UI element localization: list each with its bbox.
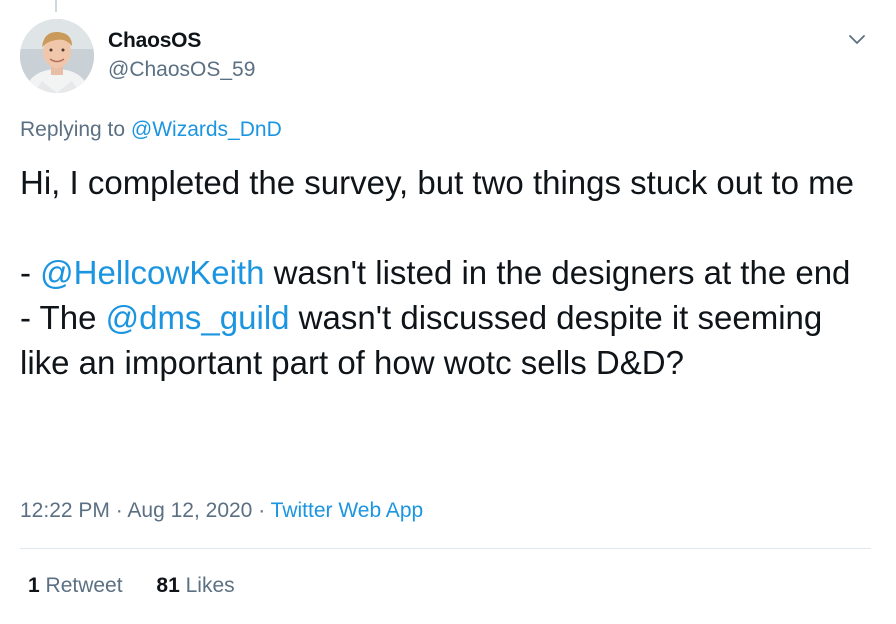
author-handle[interactable]: @ChaosOS_59: [108, 58, 255, 82]
tweet-date[interactable]: Aug 12, 2020: [127, 499, 252, 522]
replying-to: Replying to @Wizards_DnD: [20, 118, 282, 142]
divider: [20, 548, 871, 549]
tweet-time[interactable]: 12:22 PM: [20, 499, 110, 522]
thread-connector-line: [55, 0, 57, 12]
mention-hellcowkeith[interactable]: @HellcowKeith: [40, 254, 264, 291]
meta-separator: ·: [252, 499, 271, 522]
tweet-text: Hi, I completed the survey, but two thin…: [20, 160, 870, 385]
meta-separator: ·: [109, 499, 128, 522]
retweet-count: 1: [28, 574, 40, 597]
chevron-down-icon[interactable]: [846, 29, 868, 51]
likes-stat[interactable]: 81 Likes: [156, 574, 234, 597]
bullet-1-text: wasn't listed in the designers at the en…: [264, 254, 851, 291]
tweet-line-1: Hi, I completed the survey, but two thin…: [20, 164, 854, 201]
engagement-stats: 1 Retweet 81 Likes: [28, 574, 263, 598]
like-count: 81: [156, 574, 180, 597]
bullet-2-prefix: - The: [20, 299, 106, 336]
avatar[interactable]: [20, 19, 94, 93]
mention-dms-guild[interactable]: @dms_guild: [106, 299, 290, 336]
tweet-source[interactable]: Twitter Web App: [271, 499, 424, 522]
replying-to-label: Replying to: [20, 118, 131, 141]
tweet-bullet-1: - @HellcowKeith wasn't listed in the des…: [20, 250, 870, 295]
tweet-metadata: 12:22 PM · Aug 12, 2020 · Twitter Web Ap…: [20, 499, 423, 523]
tweet-bullet-2: - The @dms_guild wasn't discussed despit…: [20, 295, 870, 385]
bullet-1-prefix: -: [20, 254, 41, 291]
replying-to-mention[interactable]: @Wizards_DnD: [131, 118, 282, 141]
retweet-label: Retweet: [45, 574, 123, 597]
tweet-header: ChaosOS @ChaosOS_59: [20, 19, 876, 95]
retweets-stat[interactable]: 1 Retweet: [28, 574, 123, 597]
avatar-image: [20, 19, 94, 93]
author-name[interactable]: ChaosOS: [108, 29, 201, 53]
like-label: Likes: [185, 574, 235, 597]
